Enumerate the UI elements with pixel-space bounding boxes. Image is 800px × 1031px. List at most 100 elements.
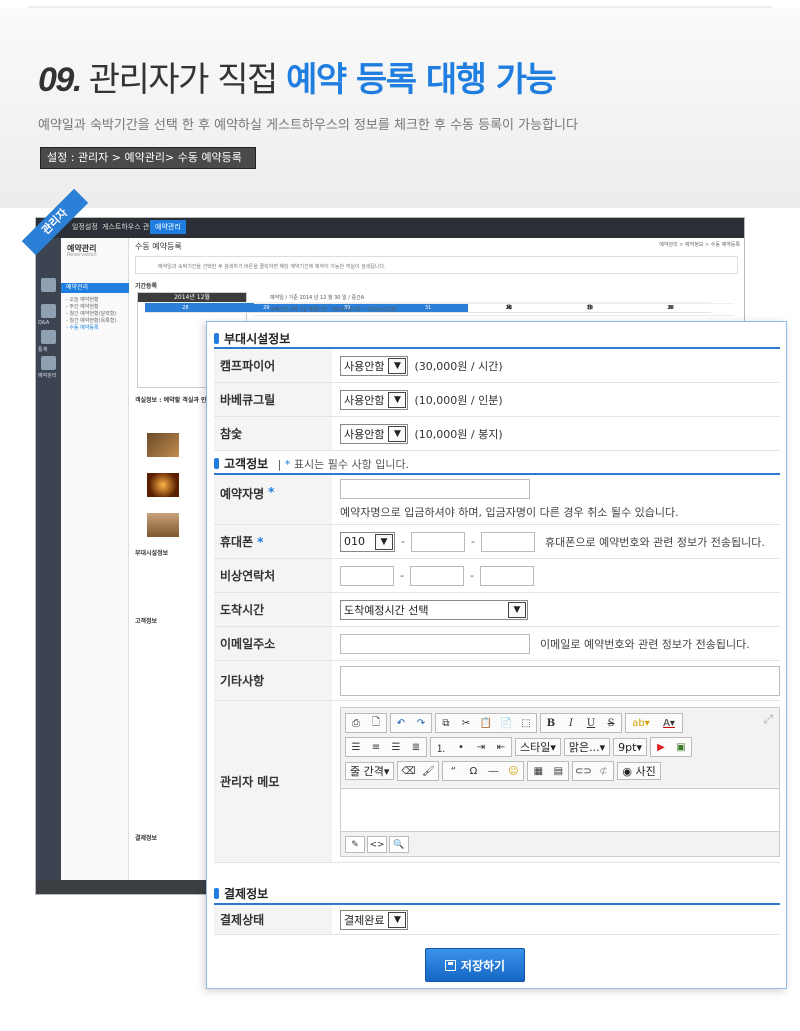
html-mode-icon[interactable]: <>: [367, 836, 387, 853]
main-breadcrumb: 예약관리 > 예약정보 > 수동 예약등록: [659, 242, 740, 248]
new-doc-icon[interactable]: 🗋: [366, 714, 386, 732]
preview-mode-icon[interactable]: 🔍: [389, 836, 409, 853]
admin-iconbar: Q&A 통계 예약관리: [36, 238, 61, 894]
rich-text-editor: ⤢ ⎙ 🗋 ↶ ↷ ⧉ ✂ 📋 📄 ⬚ BIUS ab▾ A▾ ☰ ≡ ☰ ≣ ⒈ • ⇥ ⇤ 스타일 ▾…: [340, 707, 780, 857]
format-painter-icon[interactable]: 🖌: [418, 762, 438, 780]
paste-icon[interactable]: 📋: [476, 714, 496, 732]
calendar-header: 2014년 12월: [138, 293, 246, 302]
table-icon[interactable]: ▦: [528, 762, 548, 780]
admin-topbar: 일정설정 게스트하우스 관리 예약관리: [36, 218, 744, 238]
sidebar-item-today[interactable]: - 오늘 예약현황: [66, 296, 99, 303]
arrival-time-select[interactable]: 도착예정시간 선택 ▼: [340, 599, 528, 620]
headline-number: 09.: [38, 61, 82, 99]
emergency-last-input[interactable]: [479, 565, 534, 586]
tab-reservation[interactable]: 예약관리: [150, 220, 186, 234]
photo-button[interactable]: ◉ 사진: [617, 762, 661, 780]
tab-guesthouse[interactable]: 게스트하우스 관리: [102, 222, 156, 232]
arrival-label: 도착시간: [214, 593, 332, 626]
emoticon-icon[interactable]: ☺: [503, 762, 523, 780]
bbq-select[interactable]: 사용안함 ▼: [340, 389, 409, 410]
memo-textarea[interactable]: [341, 788, 779, 832]
emergency-first-input[interactable]: [340, 565, 394, 586]
line-spacing-label: 줄 간격: [350, 765, 384, 778]
align-justify-icon[interactable]: ≣: [406, 738, 426, 756]
style-dropdown[interactable]: 스타일 ▾: [515, 738, 561, 756]
row-reserver-name: 예약자명 * 예약자명으로 입금하셔야 하며, 입금자명이 다른 경우 취소 될수…: [214, 475, 780, 525]
etc-input[interactable]: [340, 665, 780, 696]
copy-icon[interactable]: ⧉: [436, 714, 456, 732]
bullet-list-icon[interactable]: •: [451, 738, 471, 756]
campfire-select[interactable]: 사용안함 ▼: [340, 355, 409, 376]
sidebar-item-monthly-list[interactable]: - 월간 예약현황(목록형): [66, 317, 116, 324]
undo-icon[interactable]: ↶: [391, 714, 411, 732]
outdent-icon[interactable]: ⇤: [491, 738, 511, 756]
facility-price: (30,000원 / 시간): [414, 359, 503, 373]
font-size-dropdown[interactable]: 9pt ▾: [613, 738, 647, 756]
chevron-down-icon: ▼: [388, 391, 407, 408]
sidebar-menu-reservation[interactable]: 예약관리: [61, 283, 129, 293]
font-dropdown[interactable]: 맑은... ▾: [563, 738, 611, 756]
reservation-icon[interactable]: [41, 356, 56, 370]
align-right-icon[interactable]: ☰: [386, 738, 406, 756]
image-icon[interactable]: ▣: [671, 738, 691, 756]
bold-icon[interactable]: B: [541, 714, 561, 732]
select-value: 도착예정시간 선택: [344, 603, 429, 617]
charcoal-select[interactable]: 사용안함 ▼: [340, 423, 409, 444]
tab-schedule[interactable]: 일정설정: [72, 222, 98, 232]
remove-format-icon[interactable]: ⌫: [398, 762, 418, 780]
phone-last-input[interactable]: [480, 531, 535, 552]
strike-icon[interactable]: S: [601, 714, 621, 732]
camera-icon: ◉: [622, 764, 632, 778]
print-icon[interactable]: ⎙: [346, 714, 366, 732]
row-emergency: 비상연락처 - -: [214, 559, 780, 593]
select-all-icon[interactable]: ⬚: [516, 714, 536, 732]
highlight-color-icon[interactable]: ab▾: [626, 714, 656, 732]
redo-icon[interactable]: ↷: [411, 714, 431, 732]
email-input[interactable]: [340, 633, 530, 654]
period-line: 숙박기간 1박 2일 예정기간 : 2014/12/30 ~ 2014/12/3…: [254, 304, 734, 316]
phone-middle-input[interactable]: [410, 531, 465, 552]
paste-text-icon[interactable]: 📄: [496, 714, 516, 732]
payment-status-select[interactable]: 결제완료 ▼: [340, 909, 409, 930]
save-button[interactable]: 저장하기: [425, 948, 525, 982]
sidebar-item-manual[interactable]: - 수동 예약등록: [66, 324, 99, 331]
required-star: *: [257, 534, 264, 549]
align-left-icon[interactable]: ☰: [346, 738, 366, 756]
style-dropdown-label: 스타일: [520, 741, 551, 754]
qna-icon-label: Q&A: [38, 320, 50, 326]
page-break-icon[interactable]: ▤: [548, 762, 568, 780]
link-icon[interactable]: ⊂⊃: [573, 762, 593, 780]
unlink-icon[interactable]: ⊄: [593, 762, 613, 780]
row-admin-memo: 관리자 메모 ⤢ ⎙ 🗋 ↶ ↷ ⧉ ✂ 📋 📄 ⬚ BIUS ab▾ A▾ ☰ ≡ ☰ ≣ ⒈ • ⇥…: [214, 701, 780, 863]
expand-icon[interactable]: ⤢: [763, 712, 773, 727]
emergency-middle-input[interactable]: [409, 565, 464, 586]
youtube-icon[interactable]: ▶: [651, 738, 671, 756]
day-cell[interactable]: 28: [145, 303, 226, 312]
payment-status-label: 결제상태: [214, 905, 332, 934]
stats-icon[interactable]: [41, 330, 56, 344]
email-label: 이메일주소: [214, 627, 332, 660]
sidebar-item-weekly[interactable]: - 주간 예약현황: [66, 303, 99, 310]
cut-icon[interactable]: ✂: [456, 714, 476, 732]
save-button-label: 저장하기: [460, 958, 506, 973]
align-center-icon[interactable]: ≡: [366, 738, 386, 756]
sidebar-subtitle: Reservation: [67, 252, 97, 258]
required-note-text: 표시는 필수 사항 입니다.: [293, 458, 410, 471]
quote-icon[interactable]: “: [443, 762, 463, 780]
qna-icon[interactable]: [41, 304, 56, 318]
guesthouse-icon[interactable]: [41, 278, 56, 292]
payment-section-title: 결제정보: [214, 885, 268, 902]
main-title: 수동 예약등록: [135, 242, 182, 251]
reserver-name-input[interactable]: [340, 479, 530, 499]
sidebar-item-monthly-cal[interactable]: - 월간 예약현황(달력형): [66, 310, 116, 317]
phone-prefix-select[interactable]: 010 ▼: [340, 531, 395, 552]
edit-mode-icon[interactable]: ✎: [345, 836, 365, 853]
font-color-icon[interactable]: A▾: [656, 714, 682, 732]
ordered-list-icon[interactable]: ⒈: [431, 738, 451, 756]
underline-icon[interactable]: U: [581, 714, 601, 732]
line-spacing-dropdown[interactable]: 줄 간격 ▾: [345, 762, 395, 780]
horizontal-rule-icon[interactable]: ―: [483, 762, 503, 780]
special-char-icon[interactable]: Ω: [463, 762, 483, 780]
indent-icon[interactable]: ⇥: [471, 738, 491, 756]
italic-icon[interactable]: I: [561, 714, 581, 732]
